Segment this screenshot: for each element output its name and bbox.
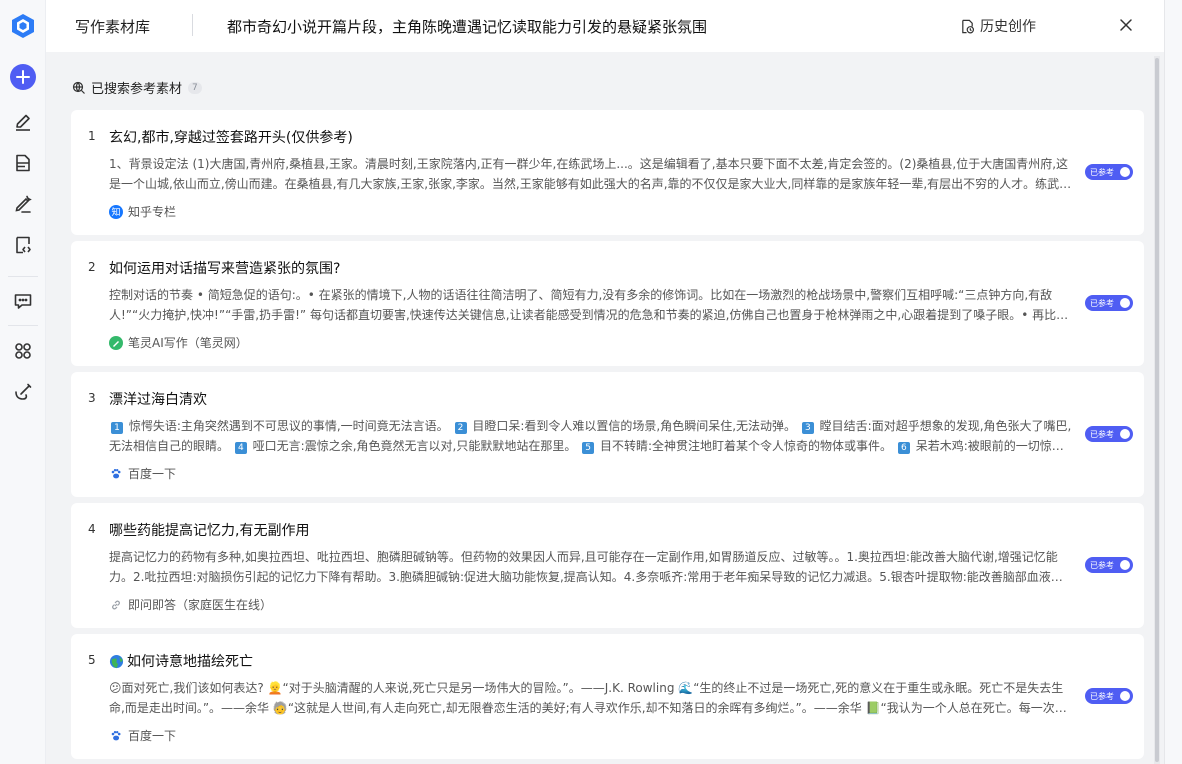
snippet-part: 目不转睛:全神贯注地盯着某个令人惊奇的物体或事件。 <box>596 439 893 453</box>
toggle-knob <box>1120 560 1130 570</box>
left-rail <box>0 0 46 764</box>
number-badge: 6 <box>897 442 910 454</box>
edit-icon[interactable] <box>12 111 34 133</box>
source-label: 知乎专栏 <box>128 205 177 219</box>
elder-emoji-icon: 🧓 <box>272 701 288 715</box>
new-chat-icon[interactable] <box>9 64 36 90</box>
write-pen-icon[interactable] <box>12 193 34 215</box>
reference-toggle[interactable]: 已参考 <box>1085 426 1133 442</box>
source-label: 百度一下 <box>128 729 177 743</box>
card-source[interactable]: 笔灵AI写作（笔灵网） <box>109 334 248 351</box>
number-badge: 1 <box>111 422 123 434</box>
source-label: 百度一下 <box>128 467 177 481</box>
logo-icon[interactable] <box>11 13 35 39</box>
card-title-row[interactable]: 如何诗意地描绘死亡 <box>109 651 253 671</box>
card-title[interactable]: 如何运用对话描写来营造紧张的氛围? <box>109 258 340 278</box>
reference-card[interactable]: 1 玄幻,都市,穿越过签套路开头(仅供参考) 1、背景设定法 (1)大唐国,青州… <box>71 110 1144 235</box>
file-code-icon[interactable] <box>12 234 34 256</box>
rail-divider <box>7 325 38 326</box>
card-source[interactable]: 即问即答（家庭医生在线） <box>109 596 272 613</box>
person-emoji-icon: 👱 <box>267 681 283 695</box>
reference-card[interactable]: 2 如何运用对话描写来营造紧张的氛围? 控制对话的节奏 • 简短急促的语句:。•… <box>71 241 1144 366</box>
card-source[interactable]: 百度一下 <box>109 465 176 482</box>
brush-icon[interactable] <box>12 381 34 403</box>
toggle-label: 已参考 <box>1090 691 1114 701</box>
document-icon[interactable] <box>12 152 34 174</box>
baidu-paw-icon <box>109 728 123 743</box>
card-snippet: 1 惊愕失语:主角突然遇到不可思议的事情,一时间竟无法言语。 2 目瞪口呆:看到… <box>109 416 1073 456</box>
reference-section-header: 已搜索参考素材 7 <box>72 78 202 97</box>
toggle-knob <box>1120 167 1130 177</box>
reference-toggle[interactable]: 已参考 <box>1085 688 1133 704</box>
toggle-label: 已参考 <box>1090 298 1114 308</box>
history-button[interactable]: 历史创作 <box>960 16 1036 36</box>
card-snippet: 😕面对死亡,我们该如何表达? 👱“对于头脑清醒的人来说,死亡只是另一场伟大的冒险… <box>109 678 1073 718</box>
history-icon <box>962 19 975 33</box>
toggle-knob <box>1120 429 1130 439</box>
chat-bubble-icon[interactable] <box>12 290 34 312</box>
biling-icon <box>109 335 123 350</box>
toggle-label: 已参考 <box>1090 560 1114 570</box>
reference-card[interactable]: 5 如何诗意地描绘死亡 😕面对死亡,我们该如何表达? 👱“对于头脑清醒的人来说,… <box>71 634 1144 759</box>
snippet-part: 面对死亡,我们该如何表达? <box>121 681 264 695</box>
reference-toggle[interactable]: 已参考 <box>1085 164 1133 180</box>
wave-emoji-icon: 🌊 <box>678 681 694 695</box>
baidu-paw-icon <box>109 466 123 481</box>
confused-emoji-icon: 😕 <box>109 681 122 695</box>
right-edge-panel <box>1164 0 1182 764</box>
library-title: 写作素材库 <box>75 18 151 36</box>
header-bar: 写作素材库 都市奇幻小说开篇片段，主角陈晚遭遇记忆读取能力引发的悬疑紧张氛围 历… <box>46 0 1164 52</box>
close-icon[interactable] <box>1117 16 1135 34</box>
scrollbar-thumb[interactable] <box>1155 58 1159 762</box>
reference-toggle[interactable]: 已参考 <box>1085 557 1133 573</box>
main-panel: 写作素材库 都市奇幻小说开篇片段，主角陈晚遭遇记忆读取能力引发的悬疑紧张氛围 历… <box>46 0 1182 764</box>
snippet-part: 哑口无言:震惊之余,角色竟然无言以对,只能默默地站在那里。 <box>248 439 577 453</box>
card-index: 5 <box>88 653 96 667</box>
source-label: 即问即答（家庭医生在线） <box>128 598 273 612</box>
reference-toggle[interactable]: 已参考 <box>1085 295 1133 311</box>
reference-list: 1 玄幻,都市,穿越过签套路开头(仅供参考) 1、背景设定法 (1)大唐国,青州… <box>71 110 1144 764</box>
globe-icon <box>109 654 124 668</box>
card-title: 如何诗意地描绘死亡 <box>127 654 253 670</box>
history-label: 历史创作 <box>980 19 1036 35</box>
book-emoji-icon: 📗 <box>865 701 881 715</box>
number-badge: 4 <box>234 442 247 454</box>
card-index: 2 <box>88 260 96 274</box>
number-badge: 2 <box>454 422 467 434</box>
card-title[interactable]: 玄幻,都市,穿越过签套路开头(仅供参考) <box>109 127 353 147</box>
number-badge: 3 <box>801 422 814 434</box>
card-index: 3 <box>88 391 96 405</box>
toggle-label: 已参考 <box>1090 167 1114 177</box>
toggle-label: 已参考 <box>1090 429 1114 439</box>
snippet-part: 惊愕失语:主角突然遇到不可思议的事情,一时间竟无法言语。 <box>125 419 449 433</box>
zhihu-icon: 知 <box>109 204 123 219</box>
card-index: 4 <box>88 522 96 536</box>
section-count-badge: 7 <box>188 81 202 94</box>
apps-grid-icon[interactable] <box>12 340 34 362</box>
rail-divider <box>7 276 38 277</box>
snippet-part: 目瞪口呆:看到令人难以置信的场景,角色瞬间呆住,无法动弹。 <box>468 419 797 433</box>
snippet-part: “这就是人世间,有人走向死亡,却无限眷恋生活的美好;有人寻欢作乐,却不知落日的余… <box>287 701 866 715</box>
reference-card[interactable]: 4 哪些药能提高记忆力,有无副作用 提高记忆力的药物有多种,如奥拉西坦、吡拉西坦… <box>71 503 1144 628</box>
app-window: 写作素材库 都市奇幻小说开篇片段，主角陈晚遭遇记忆读取能力引发的悬疑紧张氛围 历… <box>0 0 1182 764</box>
toggle-knob <box>1120 691 1130 701</box>
card-source[interactable]: 知 知乎专栏 <box>109 203 176 220</box>
header-divider <box>192 14 193 36</box>
card-title[interactable]: 哪些药能提高记忆力,有无副作用 <box>109 520 309 540</box>
source-label: 笔灵AI写作（笔灵网） <box>128 336 248 350</box>
search-globe-icon <box>72 81 85 94</box>
card-snippet: 控制对话的节奏 • 简短急促的语句:。• 在紧张的情境下,人物的话语往往简洁明了… <box>109 288 1069 322</box>
toggle-knob <box>1120 298 1130 308</box>
topic-title: 都市奇幻小说开篇片段，主角陈晚遭遇记忆读取能力引发的悬疑紧张氛围 <box>227 18 708 36</box>
section-title: 已搜索参考素材 <box>91 82 183 97</box>
card-snippet: 提高记忆力的药物有多种,如奥拉西坦、吡拉西坦、胞磷胆碱钠等。但药物的效果因人而异… <box>109 550 1063 584</box>
card-snippet: 1、背景设定法 (1)大唐国,青州府,桑植县,王家。清晨时刻,王家院落内,正有一… <box>109 157 1069 191</box>
number-badge: 5 <box>582 442 595 454</box>
snippet-part: “对于头脑清醒的人来说,死亡只是另一场伟大的冒险。”。——J.K. Rowlin… <box>282 681 679 695</box>
card-source[interactable]: 百度一下 <box>109 727 176 744</box>
card-index: 1 <box>88 129 96 143</box>
link-icon <box>109 597 123 612</box>
card-title[interactable]: 漂洋过海白清欢 <box>109 389 207 409</box>
reference-card[interactable]: 3 漂洋过海白清欢 1 惊愕失语:主角突然遇到不可思议的事情,一时间竟无法言语。… <box>71 372 1144 497</box>
